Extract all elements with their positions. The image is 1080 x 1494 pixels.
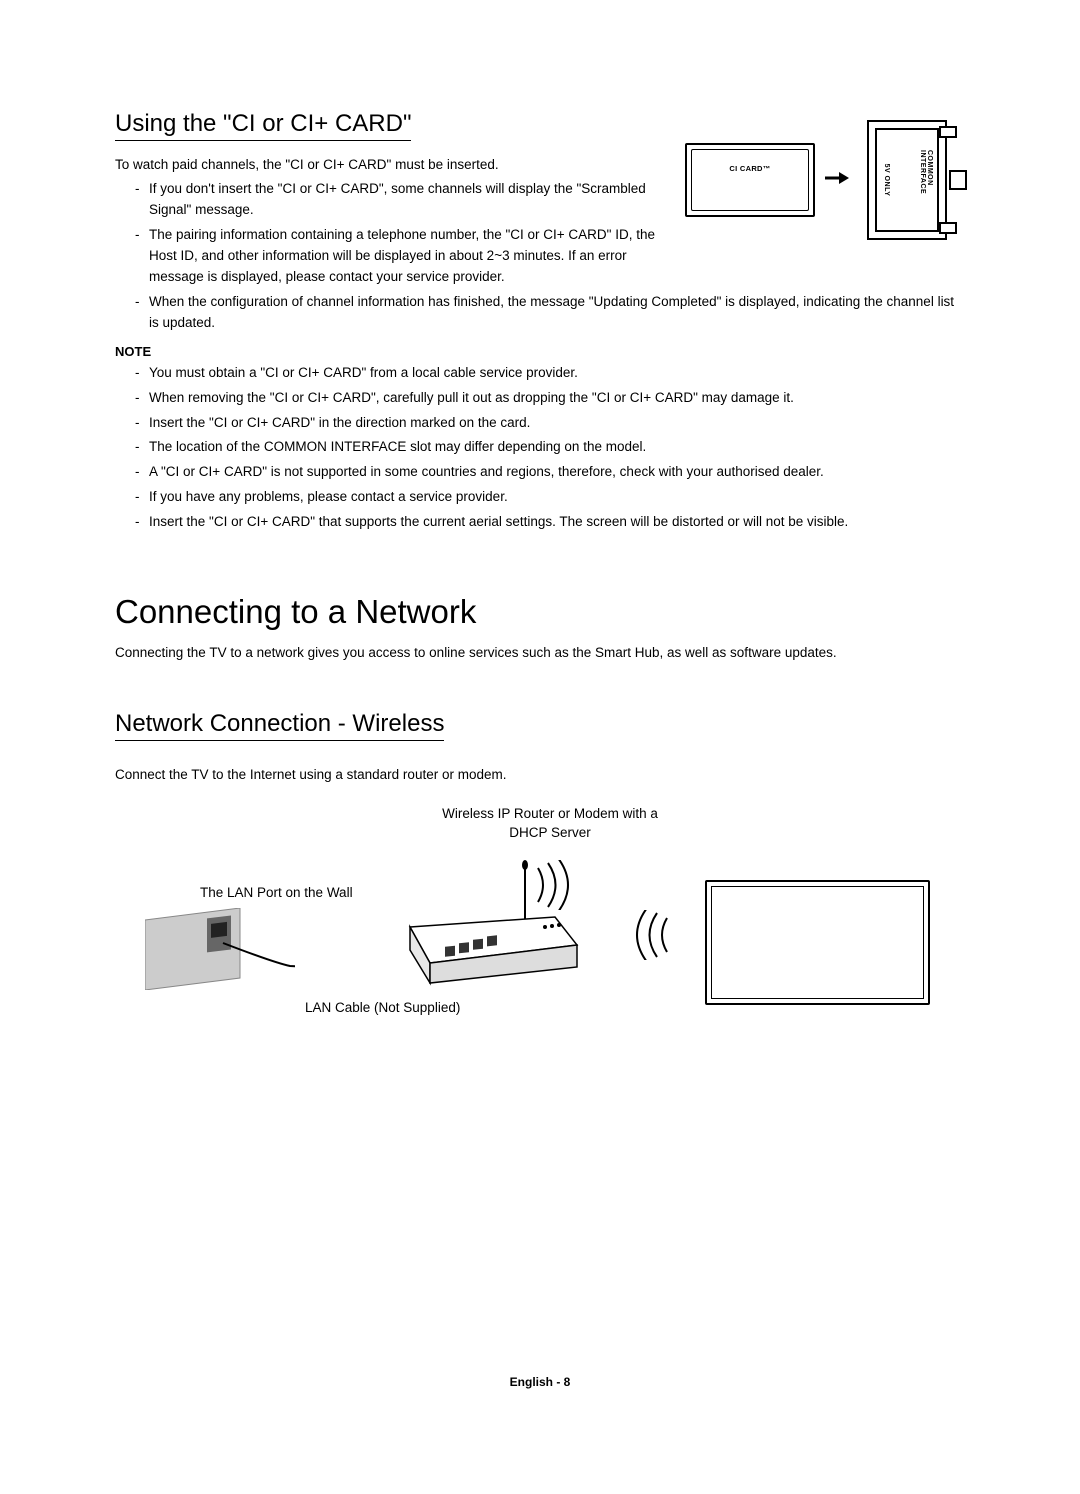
ci-card-label: CI CARD™ <box>692 164 808 173</box>
list-item: You must obtain a "CI or CI+ CARD" from … <box>135 363 965 384</box>
list-item: Insert the "CI or CI+ CARD" that support… <box>135 512 965 533</box>
list-item: When the configuration of channel inform… <box>135 292 965 334</box>
list-item: If you don't insert the "CI or CI+ CARD"… <box>135 179 665 221</box>
note-heading: NOTE <box>115 344 965 359</box>
bullet-list-top-cont: When the configuration of channel inform… <box>115 292 965 334</box>
list-item: If you have any problems, please contact… <box>135 487 965 508</box>
section-heading-wireless: Network Connection - Wireless <box>115 710 444 741</box>
section2-body: Connecting the TV to a network gives you… <box>115 645 965 660</box>
main-heading: Connecting to a Network <box>115 593 965 631</box>
list-item: A "CI or CI+ CARD" is not supported in s… <box>135 462 965 483</box>
slot-text-5v: 5V ONLY <box>883 164 890 197</box>
wireless-diagram: Wireless IP Router or Modem with a DHCP … <box>115 805 965 1015</box>
list-item: The location of the COMMON INTERFACE slo… <box>135 437 965 458</box>
list-item: The pairing information containing a tel… <box>135 225 665 288</box>
section-heading-ci: Using the "CI or CI+ CARD" <box>115 110 411 141</box>
wifi-waves-in-icon <box>620 910 675 960</box>
intro-text: To watch paid channels, the "CI or CI+ C… <box>115 155 665 175</box>
wall-port-icon <box>145 908 295 990</box>
lan-port-label: The LAN Port on the Wall <box>200 885 353 900</box>
wifi-waves-out-icon <box>530 860 585 910</box>
note-bullets: You must obtain a "CI or CI+ CARD" from … <box>115 363 965 533</box>
section3-body: Connect the TV to the Internet using a s… <box>115 765 965 785</box>
list-item: Insert the "CI or CI+ CARD" in the direc… <box>135 413 965 434</box>
lan-cable-label: LAN Cable (Not Supplied) <box>305 1000 460 1015</box>
ci-slot-icon: 5V ONLY COMMON INTERFACE <box>857 120 957 240</box>
slot-text-ci: COMMON INTERFACE <box>919 150 933 210</box>
ci-card-diagram: CI CARD™ 5V ONLY COMMON INTERF <box>685 120 965 240</box>
arrow-icon <box>823 168 849 193</box>
ci-card-icon: CI CARD™ <box>685 143 815 217</box>
router-label: Wireless IP Router or Modem with a DHCP … <box>425 805 675 841</box>
page-footer: English - 8 <box>0 1375 1080 1389</box>
list-item: When removing the "CI or CI+ CARD", care… <box>135 388 965 409</box>
tv-icon <box>705 880 930 1005</box>
bullet-list-top: If you don't insert the "CI or CI+ CARD"… <box>115 179 665 288</box>
